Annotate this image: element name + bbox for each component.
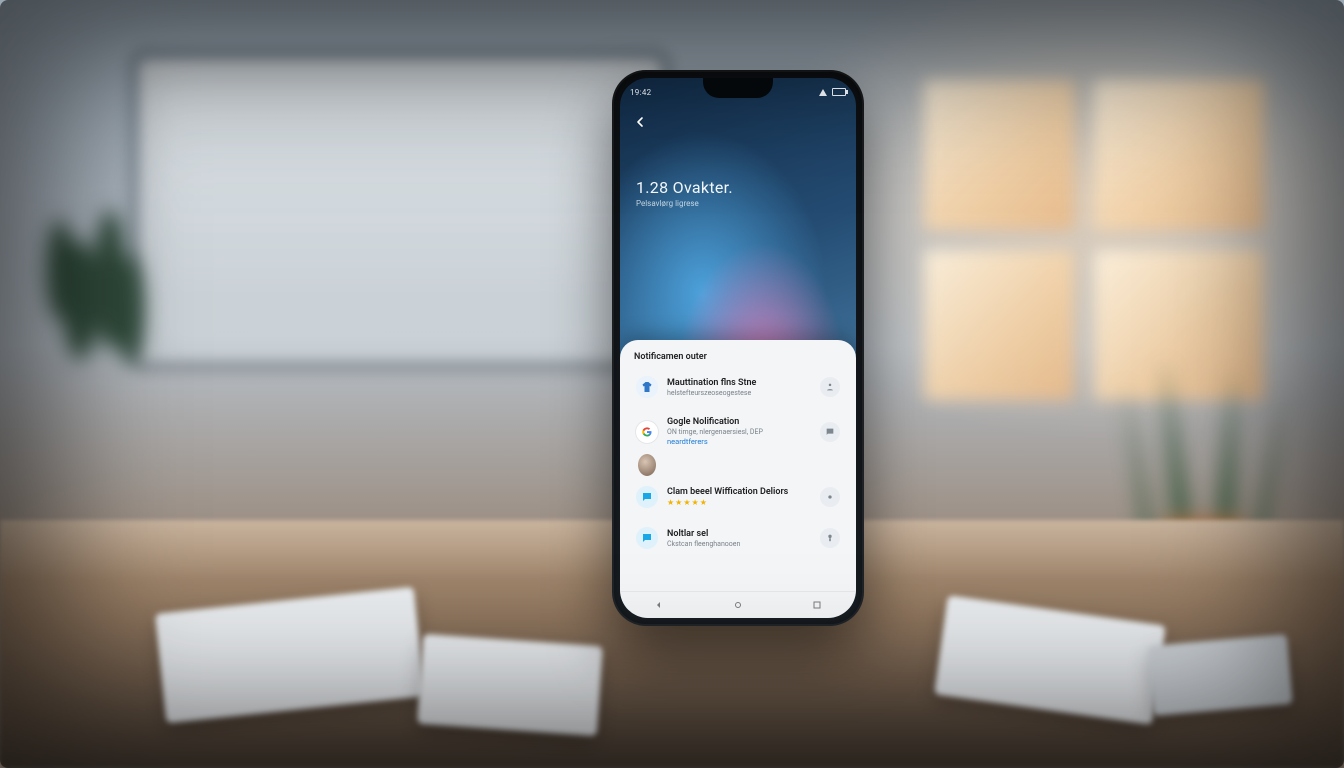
item-subtitle: helstefteurszeoseogestese: [667, 389, 811, 397]
nav-recents-button[interactable]: [810, 598, 824, 612]
item-title: Noltlar sel: [667, 529, 811, 539]
item-action[interactable]: [820, 528, 840, 548]
header-block: 1.28 Ovakter. Pelsavlørg ligrese: [636, 178, 733, 208]
nav-back-button[interactable]: [652, 598, 666, 612]
signal-icon: [819, 89, 827, 96]
back-button[interactable]: [632, 114, 648, 134]
phone-screen: 19:42 1.28 Ovakter. Pelsavlørg ligrese N…: [620, 78, 856, 618]
item-action[interactable]: [820, 487, 840, 507]
item-subtitle: Ckstcan fleenghanooen: [667, 540, 811, 548]
background-paper: [417, 634, 603, 736]
item-title: Clam beeel Wiffication Deliors: [667, 487, 811, 497]
item-action[interactable]: [820, 422, 840, 442]
status-time: 19:42: [630, 88, 651, 97]
google-icon: [636, 421, 658, 443]
page-title: 1.28 Ovakter.: [636, 178, 733, 197]
status-bar: 19:42: [630, 84, 846, 100]
battery-icon: [832, 88, 846, 96]
scene-photo: 19:42 1.28 Ovakter. Pelsavlørg ligrese N…: [0, 0, 1344, 768]
avatar: [638, 454, 656, 476]
message-icon: [636, 486, 658, 508]
list-item[interactable]: Clam beeel Wiffication Deliors ★★★★★: [632, 480, 844, 514]
panel-header: Notificamen outer: [634, 352, 842, 362]
item-title: Mauttination flns Stne: [667, 378, 811, 388]
page-subtitle: Pelsavlørg ligrese: [636, 199, 733, 208]
background-paper: [1147, 634, 1293, 716]
message-icon: [636, 527, 658, 549]
shirt-icon: [636, 376, 658, 398]
item-action[interactable]: [820, 377, 840, 397]
list-item[interactable]: Noltlar sel Ckstcan fleenghanooen: [632, 520, 844, 555]
item-title: Gogle Nolification: [667, 417, 811, 427]
list-item[interactable]: Mauttination flns Stne helstefteurszeose…: [632, 370, 844, 404]
list-item[interactable]: Gogle Nolification ON timge, nlergenaers…: [632, 410, 844, 452]
item-link[interactable]: neardtferers: [667, 437, 811, 446]
background-plant-left: [20, 120, 180, 380]
item-stars: ★★★★★: [667, 498, 811, 507]
background-whiteboard: [140, 60, 660, 360]
phone-frame: 19:42 1.28 Ovakter. Pelsavlørg ligrese N…: [612, 70, 864, 626]
android-navbar: [620, 591, 856, 618]
item-subtitle: ON timge, nlergenaersiesl, DEP: [667, 428, 811, 436]
notification-panel: Notificamen outer Mauttination flns Stne…: [620, 340, 856, 592]
nav-home-button[interactable]: [731, 598, 745, 612]
